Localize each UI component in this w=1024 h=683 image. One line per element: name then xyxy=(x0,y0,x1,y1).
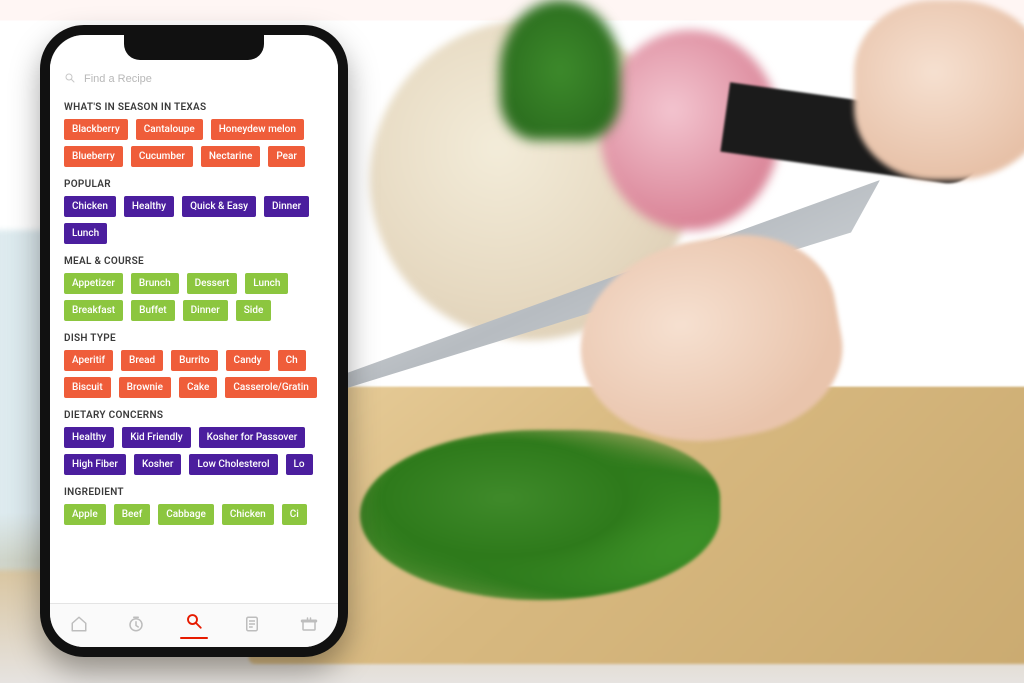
tag-dinner[interactable]: Dinner xyxy=(264,196,309,217)
tag-dessert[interactable]: Dessert xyxy=(187,273,238,294)
tag-lo[interactable]: Lo xyxy=(286,454,313,475)
tab-active-indicator xyxy=(180,637,208,639)
tab-list[interactable] xyxy=(232,606,272,646)
tag-appetizer[interactable]: Appetizer xyxy=(64,273,123,294)
section-heading: INGREDIENT xyxy=(64,487,324,498)
search-icon xyxy=(64,69,76,88)
search-input[interactable] xyxy=(84,73,324,85)
phone-screen: WHAT'S IN SEASON IN TEXAS Blackberry Canta… xyxy=(50,35,338,647)
tag-candy[interactable]: Candy xyxy=(226,350,270,371)
tag-blueberry[interactable]: Blueberry xyxy=(64,146,123,167)
section-dish-type: DISH TYPE Aperitif Bread Burrito Candy Ch Bisc… xyxy=(50,333,338,404)
clock-icon xyxy=(127,615,145,637)
tag-buffet[interactable]: Buffet xyxy=(131,300,175,321)
tag-chicken[interactable]: Chicken xyxy=(64,196,116,217)
tab-search[interactable] xyxy=(174,606,214,646)
tag-side[interactable]: Side xyxy=(236,300,272,321)
tag-brunch[interactable]: Brunch xyxy=(131,273,179,294)
section-dietary-concerns: DIETARY CONCERNS Healthy Kid Friendly Koshe… xyxy=(50,410,338,481)
tag-low-cholesterol[interactable]: Low Cholesterol xyxy=(189,454,277,475)
tag-bread[interactable]: Bread xyxy=(121,350,163,371)
tag-lunch[interactable]: Lunch xyxy=(245,273,288,294)
search-icon xyxy=(185,612,203,634)
tag-ch[interactable]: Ch xyxy=(278,350,306,371)
section-heading: POPULAR xyxy=(64,179,324,190)
tag-apple[interactable]: Apple xyxy=(64,504,106,525)
tag-row: Apple Beef Cabbage Chicken Ci xyxy=(64,504,324,525)
tag-row: Aperitif Bread Burrito Candy Ch Biscuit Browni… xyxy=(64,350,324,398)
tag-kosher[interactable]: Kosher xyxy=(134,454,181,475)
tag-quick-easy[interactable]: Quick & Easy xyxy=(182,196,256,217)
app-content: WHAT'S IN SEASON IN TEXAS Blackberry Canta… xyxy=(50,63,338,603)
tag-chicken[interactable]: Chicken xyxy=(222,504,274,525)
tag-lunch[interactable]: Lunch xyxy=(64,223,107,244)
section-popular: POPULAR Chicken Healthy Quick & Easy Dinner L… xyxy=(50,179,338,250)
tag-row: Healthy Kid Friendly Kosher for Passover Hi… xyxy=(64,427,324,475)
tag-nectarine[interactable]: Nectarine xyxy=(201,146,260,167)
section-heading: DIETARY CONCERNS xyxy=(64,410,324,421)
tag-ci[interactable]: Ci xyxy=(282,504,307,525)
section-meal-course: MEAL & COURSE Appetizer Brunch Dessert Lunch… xyxy=(50,256,338,327)
tag-cake[interactable]: Cake xyxy=(179,377,217,398)
tag-burrito[interactable]: Burrito xyxy=(171,350,217,371)
tag-aperitif[interactable]: Aperitif xyxy=(64,350,113,371)
section-heading: MEAL & COURSE xyxy=(64,256,324,267)
list-icon xyxy=(243,615,261,637)
tab-bar xyxy=(50,603,338,647)
tag-casserole-gratin[interactable]: Casserole/Gratin xyxy=(225,377,316,398)
tag-dinner[interactable]: Dinner xyxy=(183,300,228,321)
home-icon xyxy=(70,615,88,637)
tab-timer[interactable] xyxy=(116,606,156,646)
tab-home[interactable] xyxy=(59,606,99,646)
tag-healthy[interactable]: Healthy xyxy=(124,196,174,217)
tag-healthy[interactable]: Healthy xyxy=(64,427,114,448)
device-notch xyxy=(124,35,264,60)
tag-kosher-for-passover[interactable]: Kosher for Passover xyxy=(199,427,306,448)
basket-icon xyxy=(300,615,318,637)
tag-pear[interactable]: Pear xyxy=(268,146,305,167)
tag-cantaloupe[interactable]: Cantaloupe xyxy=(136,119,203,140)
tag-blackberry[interactable]: Blackberry xyxy=(64,119,128,140)
tag-row: Blackberry Cantaloupe Honeydew melon Bluebe… xyxy=(64,119,324,167)
section-what-s-in-season-in-texas: WHAT'S IN SEASON IN TEXAS Blackberry Canta… xyxy=(50,102,338,173)
search-bar[interactable] xyxy=(50,63,338,96)
tag-brownie[interactable]: Brownie xyxy=(119,377,171,398)
tag-row: Chicken Healthy Quick & Easy Dinner Lunch xyxy=(64,196,324,244)
section-heading: WHAT'S IN SEASON IN TEXAS xyxy=(64,102,324,113)
section-ingredient: INGREDIENT Apple Beef Cabbage Chicken Ci xyxy=(50,487,338,531)
tab-basket[interactable] xyxy=(289,606,329,646)
phone-device-frame: WHAT'S IN SEASON IN TEXAS Blackberry Canta… xyxy=(40,25,348,657)
tag-beef[interactable]: Beef xyxy=(114,504,151,525)
tag-breakfast[interactable]: Breakfast xyxy=(64,300,123,321)
tag-cabbage[interactable]: Cabbage xyxy=(158,504,214,525)
tag-biscuit[interactable]: Biscuit xyxy=(64,377,111,398)
section-heading: DISH TYPE xyxy=(64,333,324,344)
tag-high-fiber[interactable]: High Fiber xyxy=(64,454,126,475)
tag-kid-friendly[interactable]: Kid Friendly xyxy=(122,427,190,448)
tag-cucumber[interactable]: Cucumber xyxy=(131,146,193,167)
tag-honeydew-melon[interactable]: Honeydew melon xyxy=(211,119,304,140)
tag-row: Appetizer Brunch Dessert Lunch Breakfast Buff… xyxy=(64,273,324,321)
